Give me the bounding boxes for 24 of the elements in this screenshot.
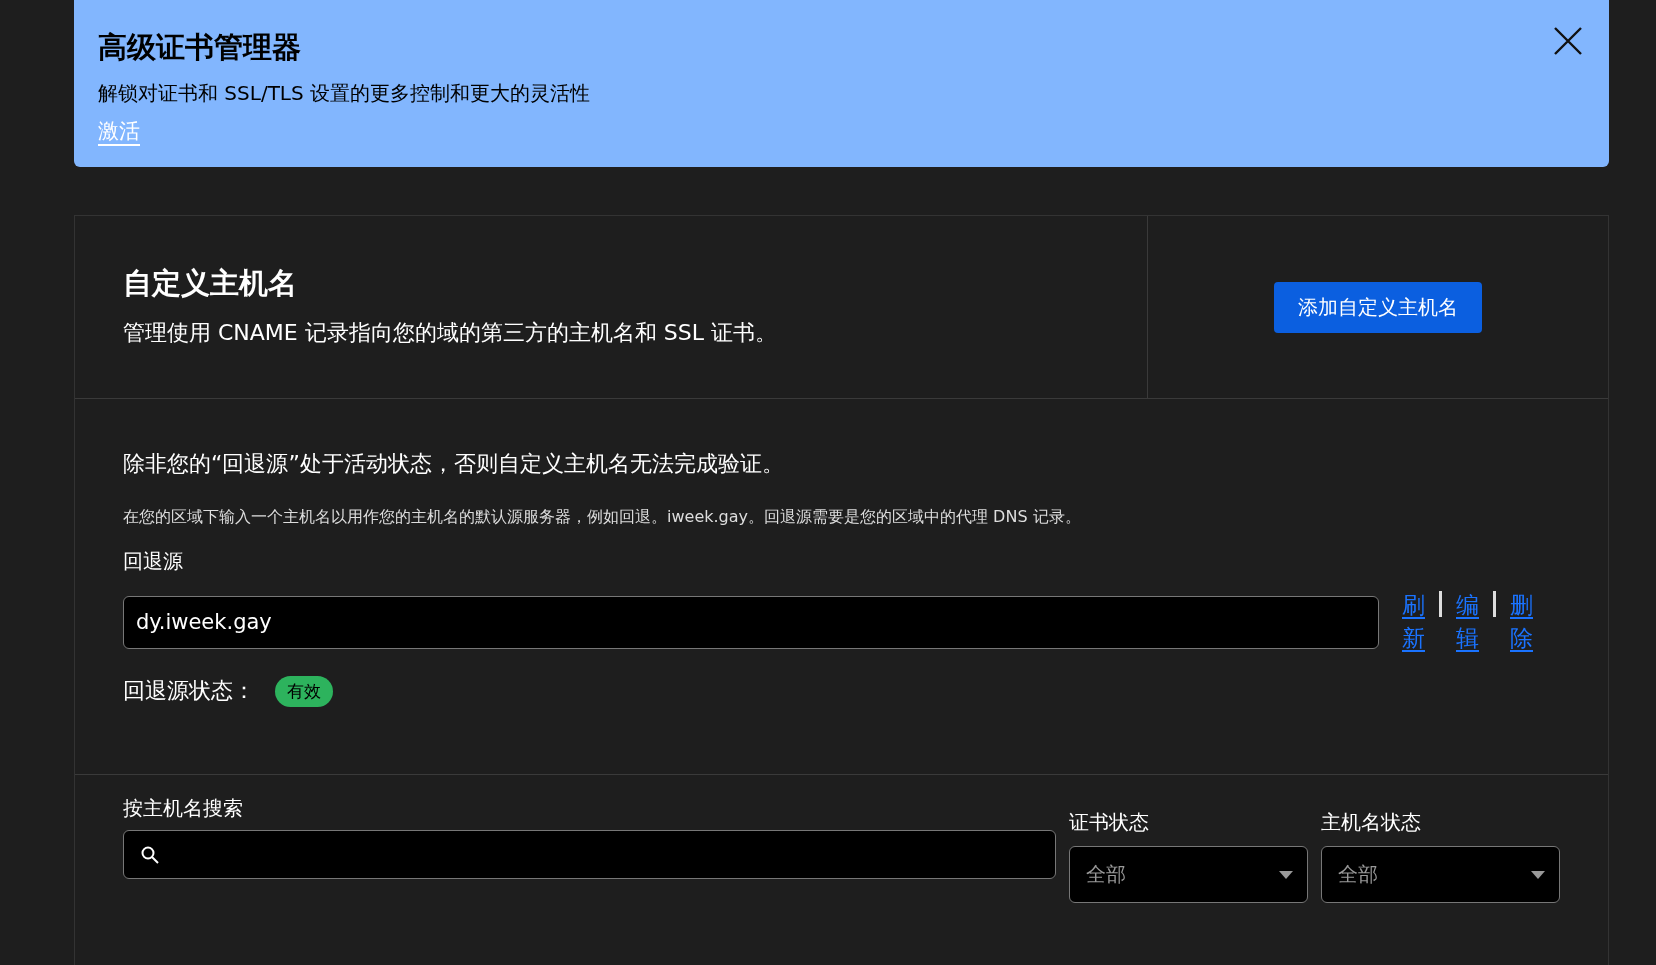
caret-icon [1279,870,1294,879]
status-badge: 有效 [275,675,333,707]
banner-title: 高级证书管理器 [98,29,302,66]
section-description: 管理使用 CNAME 记录指向您的域的第三方的主机名和 SSL 证书。 [123,319,778,347]
status-dropdown[interactable]: 全部 [1321,846,1560,903]
close-icon[interactable] [1553,26,1583,56]
field-label: 回退源 [123,548,184,575]
filter-label: 主机名状态 [1321,809,1423,836]
search-icon [140,844,160,865]
add-hostname-button[interactable]: 添加自定义主机名 [1274,281,1482,333]
caret-icon [1531,870,1545,879]
section-title: 自定义主机名 [123,265,298,302]
status-dropdown[interactable]: 全部 [1069,846,1309,903]
filter-label: 证书状态 [1069,809,1151,836]
warning-text: 除非您的“回退源”处于活动状态，否则自定义主机名无法完成验证。 [123,450,785,478]
search-label: 按主机名搜索 [123,795,244,822]
hint-text: 在您的区域下输入一个主机名以用作您的主机名的默认源服务器，例如回退。iweek.gay。回退源需要是您的区域中的代理 DNS 记录。 [123,507,1082,528]
search-field[interactable] [123,830,1057,879]
status-label: 回退源状态： [123,677,255,706]
fallback-origin-field[interactable]: dy.iweek.gay [123,595,1379,649]
banner-description: 解锁对证书和 SSL/TLS 设置的更多控制和更大的灵活性 [98,80,591,107]
action-link[interactable]: 刷新 [1402,589,1425,656]
action-link[interactable]: 编辑 [1456,589,1479,656]
action-link[interactable]: 删除 [1510,589,1533,656]
